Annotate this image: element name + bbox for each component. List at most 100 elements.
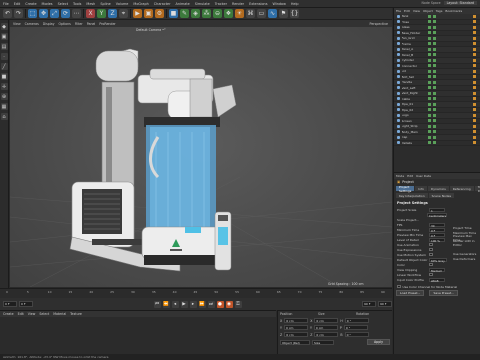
tab-project-settings[interactable]: Project Settings bbox=[396, 185, 415, 193]
material-tag-icon[interactable] bbox=[473, 108, 476, 112]
object-name[interactable]: Fan_Grid bbox=[402, 36, 426, 40]
material-tag-icon[interactable] bbox=[473, 124, 476, 128]
attribute-value[interactable]: 30 bbox=[429, 222, 445, 228]
object-name[interactable]: Screen bbox=[402, 119, 426, 123]
visibility-icon[interactable] bbox=[427, 86, 431, 90]
object-name[interactable]: Body_Main bbox=[402, 130, 426, 134]
attr-menu-user-data[interactable]: User Data bbox=[416, 174, 431, 178]
om-menu-bookmarks[interactable]: Bookmarks bbox=[445, 9, 462, 13]
material-tag-icon[interactable] bbox=[473, 141, 476, 145]
visibility-icon[interactable] bbox=[427, 64, 431, 68]
object-name[interactable]: Details bbox=[402, 141, 426, 145]
texture-mode-icon[interactable]: ▤ bbox=[0, 43, 8, 50]
autokey-icon[interactable]: ◉ bbox=[225, 300, 233, 308]
visibility-icon[interactable] bbox=[427, 108, 431, 112]
model-mode-icon[interactable]: ▣ bbox=[0, 33, 8, 40]
boole-icon[interactable]: ⊖ bbox=[213, 9, 222, 18]
material-tag-icon[interactable] bbox=[473, 119, 476, 123]
viewport-menu-panel[interactable]: Panel bbox=[87, 22, 96, 26]
material-menu-edit[interactable]: Edit bbox=[18, 312, 24, 316]
material-menu-create[interactable]: Create bbox=[3, 312, 14, 316]
material-tag-icon[interactable] bbox=[473, 36, 476, 40]
x-axis-icon[interactable]: X bbox=[86, 9, 95, 18]
key-selection-icon[interactable]: ⚿ bbox=[234, 300, 242, 308]
render-toggle-icon[interactable] bbox=[432, 64, 436, 68]
prev-frame-icon[interactable]: ◂ bbox=[171, 300, 179, 308]
attribute-checkbox[interactable] bbox=[429, 242, 433, 247]
camera-label[interactable]: Default Camera •° bbox=[136, 28, 166, 32]
object-name[interactable]: Cap bbox=[402, 135, 426, 139]
om-menu-edit[interactable]: Edit bbox=[404, 9, 410, 13]
viewport-menu-prorender[interactable]: ProRender bbox=[99, 22, 115, 26]
tag-icon[interactable]: ⚑ bbox=[279, 9, 288, 18]
lock-icon[interactable]: ⌂ bbox=[0, 113, 8, 120]
visibility-icon[interactable] bbox=[427, 119, 431, 123]
rotation-field[interactable]: 0 ° bbox=[343, 325, 368, 330]
render-toggle-icon[interactable] bbox=[432, 36, 436, 40]
visibility-icon[interactable] bbox=[427, 47, 431, 51]
material-tag-icon[interactable] bbox=[473, 135, 476, 139]
position-field[interactable]: 0 cm bbox=[284, 332, 309, 337]
render-toggle-icon[interactable] bbox=[432, 80, 436, 84]
visibility-icon[interactable] bbox=[427, 36, 431, 40]
visibility-icon[interactable] bbox=[427, 20, 431, 24]
axis-mode-icon[interactable]: ✛ bbox=[0, 83, 8, 90]
next-key-icon[interactable]: ⏩ bbox=[198, 300, 206, 308]
node-material-checkbox[interactable] bbox=[397, 284, 401, 289]
render-toggle-icon[interactable] bbox=[432, 75, 436, 79]
render-toggle-icon[interactable] bbox=[432, 69, 436, 73]
menu-render[interactable]: Render bbox=[232, 2, 244, 6]
scale-icon[interactable]: ⤢ bbox=[50, 9, 59, 18]
visibility-icon[interactable] bbox=[427, 58, 431, 62]
material-tag-icon[interactable] bbox=[473, 75, 476, 79]
render-toggle-icon[interactable] bbox=[432, 86, 436, 90]
viewport-menu-display[interactable]: Display bbox=[43, 22, 55, 26]
attribute-checkbox[interactable] bbox=[429, 272, 433, 277]
object-name[interactable]: Handle bbox=[402, 80, 426, 84]
recent-tools-icon[interactable]: ⋯ bbox=[72, 9, 81, 18]
render-toggle-icon[interactable] bbox=[432, 119, 436, 123]
render-toggle-icon[interactable] bbox=[432, 31, 436, 35]
cube-icon[interactable]: ■ bbox=[169, 9, 178, 18]
load-preset-button[interactable]: Load Preset... bbox=[396, 290, 425, 296]
redo-icon[interactable]: ↷ bbox=[14, 9, 23, 18]
live-selection-icon[interactable]: ⬚ bbox=[28, 9, 37, 18]
size-field[interactable]: 0 cm bbox=[314, 318, 339, 323]
menu-modes[interactable]: Modes bbox=[42, 2, 53, 6]
material-menu-view[interactable]: View bbox=[28, 312, 36, 316]
material-menu-material[interactable]: Material bbox=[53, 312, 66, 316]
preview-end-field[interactable]: 90 F bbox=[378, 301, 392, 307]
visibility-icon[interactable] bbox=[427, 53, 431, 57]
object-name[interactable]: Light_Strip bbox=[402, 124, 426, 128]
tab-scene-nodes[interactable]: Scene Nodes bbox=[428, 193, 455, 198]
material-menu-select[interactable]: Select bbox=[39, 312, 49, 316]
prev-key-icon[interactable]: ⏪ bbox=[162, 300, 170, 308]
material-tag-icon[interactable] bbox=[473, 53, 476, 57]
material-tag-icon[interactable] bbox=[473, 113, 476, 117]
visibility-icon[interactable] bbox=[427, 113, 431, 117]
material-tag-icon[interactable] bbox=[473, 25, 476, 29]
menu-mesh[interactable]: Mesh bbox=[86, 2, 95, 6]
rotate-icon[interactable]: ⟳ bbox=[61, 9, 70, 18]
material-tag-icon[interactable] bbox=[473, 80, 476, 84]
viewport-menu-view[interactable]: View bbox=[13, 22, 21, 26]
om-menu-tags[interactable]: Tags bbox=[436, 9, 443, 13]
object-name[interactable]: Pipe_02 bbox=[402, 108, 426, 112]
viewport-menu-options[interactable]: Options bbox=[59, 22, 71, 26]
current-frame-field[interactable]: 0 F bbox=[3, 301, 17, 307]
polygons-mode-icon[interactable]: ■ bbox=[0, 73, 8, 80]
material-tag-icon[interactable] bbox=[473, 69, 476, 73]
visibility-icon[interactable] bbox=[427, 102, 431, 106]
menu-mograph[interactable]: MoGraph bbox=[133, 2, 148, 6]
visibility-icon[interactable] bbox=[427, 135, 431, 139]
render-view-icon[interactable]: ▶ bbox=[133, 9, 142, 18]
attribute-checkbox[interactable] bbox=[429, 262, 433, 267]
make-editable-icon[interactable]: ◆ bbox=[0, 23, 8, 30]
menu-volume[interactable]: Volume bbox=[116, 2, 129, 6]
object-name[interactable]: Vent_Right bbox=[402, 91, 426, 95]
om-menu-file[interactable]: File bbox=[396, 9, 401, 13]
object-name[interactable]: Frame bbox=[402, 42, 426, 46]
render-toggle-icon[interactable] bbox=[432, 42, 436, 46]
render-toggle-icon[interactable] bbox=[432, 47, 436, 51]
camera-icon[interactable]: ⌘ bbox=[246, 9, 255, 18]
